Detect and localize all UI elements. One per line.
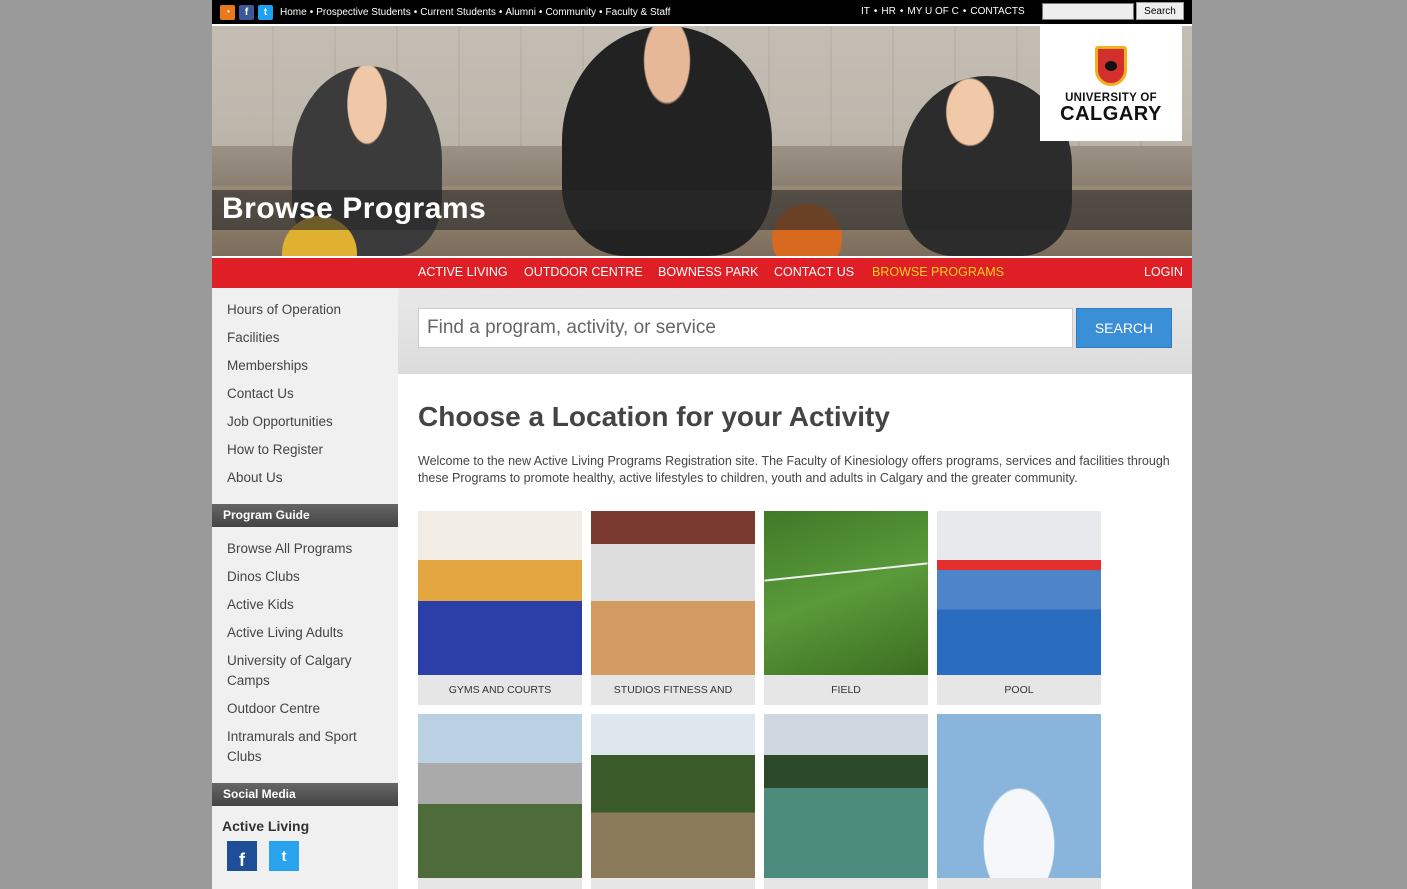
login-link[interactable]: LOGIN — [1144, 265, 1183, 279]
nav-item-bowness-park[interactable]: BOWNESS PARK — [658, 265, 758, 279]
sidebar-item-active-kids[interactable]: Active Kids — [227, 595, 294, 615]
sidebar: Hours of Operation Facilities Membership… — [212, 288, 398, 889]
sidebar-item-active-living-adults[interactable]: Active Living Adults — [227, 623, 343, 643]
facebook-icon[interactable]: f — [239, 4, 254, 20]
location-tile-field[interactable]: FIELD — [764, 511, 928, 705]
top-search-input[interactable] — [1042, 3, 1134, 20]
intro-text: Welcome to the new Active Living Program… — [418, 454, 1170, 485]
top-link-faculty-staff[interactable]: Faculty & Staff — [606, 7, 671, 18]
top-links: Home • Prospective Students • Current Stud… — [280, 6, 671, 18]
sidebar-item-about-us[interactable]: About Us — [227, 468, 283, 488]
sidebar-item-how-to-register[interactable]: How to Register — [227, 440, 323, 460]
sidebar-item-dinos-clubs[interactable]: Dinos Clubs — [227, 567, 300, 587]
sidebar-item-university-of-calgary-camps[interactable]: University of Calgary Camps — [227, 651, 367, 691]
university-logo[interactable]: UNIVERSITY OF CALGARY — [1040, 26, 1182, 141]
tile-caption: GYMS AND COURTS — [448, 684, 552, 696]
top-link-community[interactable]: Community — [545, 7, 596, 18]
top-link-alumni[interactable]: Alumni — [505, 7, 536, 18]
location-tile-studios-fitness[interactable]: STUDIOS FITNESS AND — [591, 511, 755, 705]
rss-icon[interactable]: ◔ — [220, 4, 235, 20]
sidebar-item-outdoor-centre[interactable]: Outdoor Centre — [227, 699, 320, 719]
mountain-hiking-image — [418, 714, 582, 878]
studio-image — [591, 511, 755, 675]
search-button[interactable]: SEARCH — [1076, 308, 1172, 348]
tile-caption — [764, 878, 928, 889]
top-links-right: IT • HR • MY U OF C • CONTACTS — [861, 6, 1025, 17]
nav-item-contact-us[interactable]: CONTACT US — [774, 265, 854, 279]
top-link-my-u-of-c[interactable]: MY U OF C — [907, 6, 958, 17]
top-link-contacts[interactable]: CONTACTS — [970, 6, 1024, 17]
nav-item-active-living[interactable]: ACTIVE LIVING — [418, 265, 508, 279]
nav-item-outdoor-centre[interactable]: OUTDOOR CENTRE — [524, 265, 643, 279]
sidebar-item-facilities[interactable]: Facilities — [227, 328, 280, 348]
facebook-icon[interactable]: f — [227, 841, 257, 871]
tile-caption — [418, 878, 582, 889]
tile-caption — [591, 878, 755, 889]
twitter-icon[interactable]: t — [258, 4, 273, 20]
location-tile-pool[interactable]: POOL — [937, 511, 1101, 705]
hero-banner: Browse Programs UNIVERSITY OF CALGARY — [212, 26, 1192, 256]
sidebar-item-browse-all-programs[interactable]: Browse All Programs — [227, 539, 352, 559]
main-nav: ACTIVE LIVING OUTDOOR CENTRE BOWNESS PAR… — [212, 258, 1192, 288]
tile-caption — [937, 878, 1101, 889]
kayak-lake-image — [764, 714, 928, 878]
tile-caption: FIELD — [831, 684, 861, 696]
location-tile-sky[interactable] — [937, 714, 1101, 889]
sidebar-item-intramurals-and-sport-clubs[interactable]: Intramurals and Sport Clubs — [227, 727, 367, 767]
location-tile-gyms-and-courts[interactable]: GYMS AND COURTS — [418, 511, 582, 705]
top-link-it[interactable]: IT — [861, 6, 870, 17]
pool-image — [937, 511, 1101, 675]
tile-caption: POOL — [1004, 684, 1034, 696]
logo-text-line2: CALGARY — [1060, 103, 1162, 125]
top-search-button[interactable]: Search — [1136, 2, 1184, 20]
social-media-heading: Social Media — [212, 783, 398, 806]
nav-item-browse-programs[interactable]: BROWSE PROGRAMS — [872, 265, 1004, 279]
utility-bar: ◔ f t Home • Prospective Students • Curren… — [212, 0, 1192, 24]
location-tile-mountains[interactable] — [418, 714, 582, 889]
top-link-current-students[interactable]: Current Students — [420, 7, 496, 18]
sidebar-item-memberships[interactable]: Memberships — [227, 356, 308, 376]
sidebar-item-hours-of-operation[interactable]: Hours of Operation — [227, 300, 341, 320]
tile-caption: STUDIOS FITNESS AND — [613, 684, 733, 696]
search-band: SEARCH — [398, 288, 1192, 374]
top-link-hr[interactable]: HR — [881, 6, 895, 17]
top-link-prospective-students[interactable]: Prospective Students — [316, 7, 411, 18]
crest-icon — [1095, 46, 1127, 86]
program-search-input[interactable] — [418, 308, 1073, 348]
twitter-icon[interactable]: t — [269, 841, 299, 871]
location-tile-trail[interactable] — [591, 714, 755, 889]
section-title: Choose a Location for your Activity — [418, 401, 890, 432]
sidebar-item-job-opportunities[interactable]: Job Opportunities — [227, 412, 333, 432]
page-title: Browse Programs — [222, 192, 487, 225]
page: ◔ f t Home • Prospective Students • Curren… — [212, 0, 1192, 889]
sidebar-item-contact-us[interactable]: Contact Us — [227, 384, 294, 404]
social-title: Active Living — [222, 818, 310, 834]
gym-image — [418, 511, 582, 675]
location-tile-lake[interactable] — [764, 714, 928, 889]
field-image — [764, 511, 928, 675]
program-guide-heading: Program Guide — [212, 504, 398, 527]
top-link-home[interactable]: Home — [280, 7, 307, 18]
trail-hiking-image — [591, 714, 755, 878]
sky-glider-image — [937, 714, 1101, 878]
